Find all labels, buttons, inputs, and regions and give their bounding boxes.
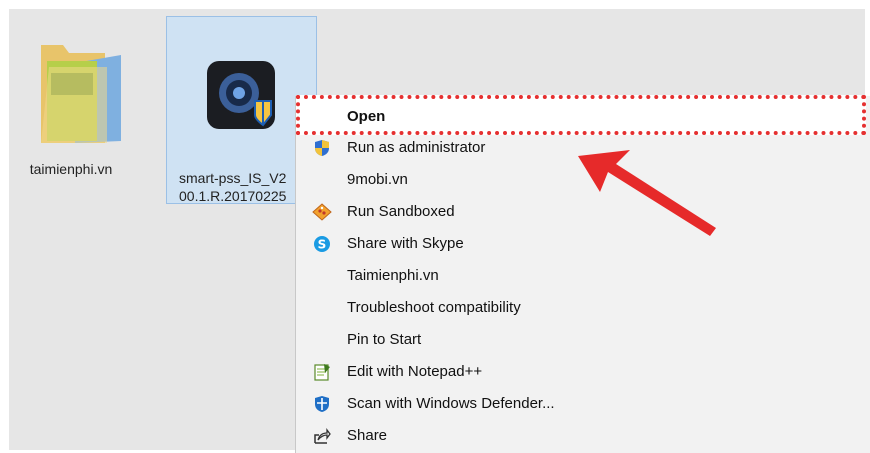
menu-item-label: 9mobi.vn (347, 171, 408, 188)
menu-item-label: Run Sandboxed (347, 203, 455, 220)
menu-item-pin-to-start[interactable]: Pin to Start (296, 324, 870, 356)
menu-item-label: Share with Skype (347, 235, 464, 252)
menu-item-label: Taimienphi.vn (347, 267, 439, 284)
file-label: taimienphi.vn (29, 161, 113, 177)
open-highlight-label: Open (347, 108, 386, 125)
skype-icon: S (312, 235, 332, 253)
red-pointer-arrow-icon (578, 150, 716, 236)
sandbox-icon (312, 203, 332, 221)
windows-defender-icon (312, 395, 332, 413)
menu-item-label: Scan with Windows Defender... (347, 395, 555, 412)
menu-item-taimienphi[interactable]: Taimienphi.vn (296, 260, 870, 292)
smartpss-app-icon (207, 61, 275, 129)
menu-item-edit-with-notepadpp[interactable]: Edit with Notepad++ (296, 356, 870, 388)
folder-icon (41, 45, 121, 143)
svg-text:S: S (318, 238, 327, 252)
open-highlight-box: Open (296, 95, 866, 135)
menu-item-label: Run as administrator (347, 139, 486, 156)
menu-item-label: Troubleshoot compatibility (347, 299, 521, 316)
menu-item-label: Share (347, 427, 388, 444)
menu-item-troubleshoot-compatibility[interactable]: Troubleshoot compatibility (296, 292, 870, 324)
file-label-line2: 00.1.R.20170225 (179, 188, 287, 204)
notepadpp-icon (312, 363, 332, 381)
share-icon (312, 427, 332, 445)
menu-item-share[interactable]: Share (296, 420, 870, 452)
file-label: smart-pss_IS_V2 (179, 170, 287, 186)
menu-item-label: Pin to Start (347, 331, 422, 348)
menu-item-label: Edit with Notepad++ (347, 363, 483, 380)
uac-shield-icon (312, 139, 332, 157)
menu-item-scan-with-windows-defender[interactable]: Scan with Windows Defender... (296, 388, 870, 420)
